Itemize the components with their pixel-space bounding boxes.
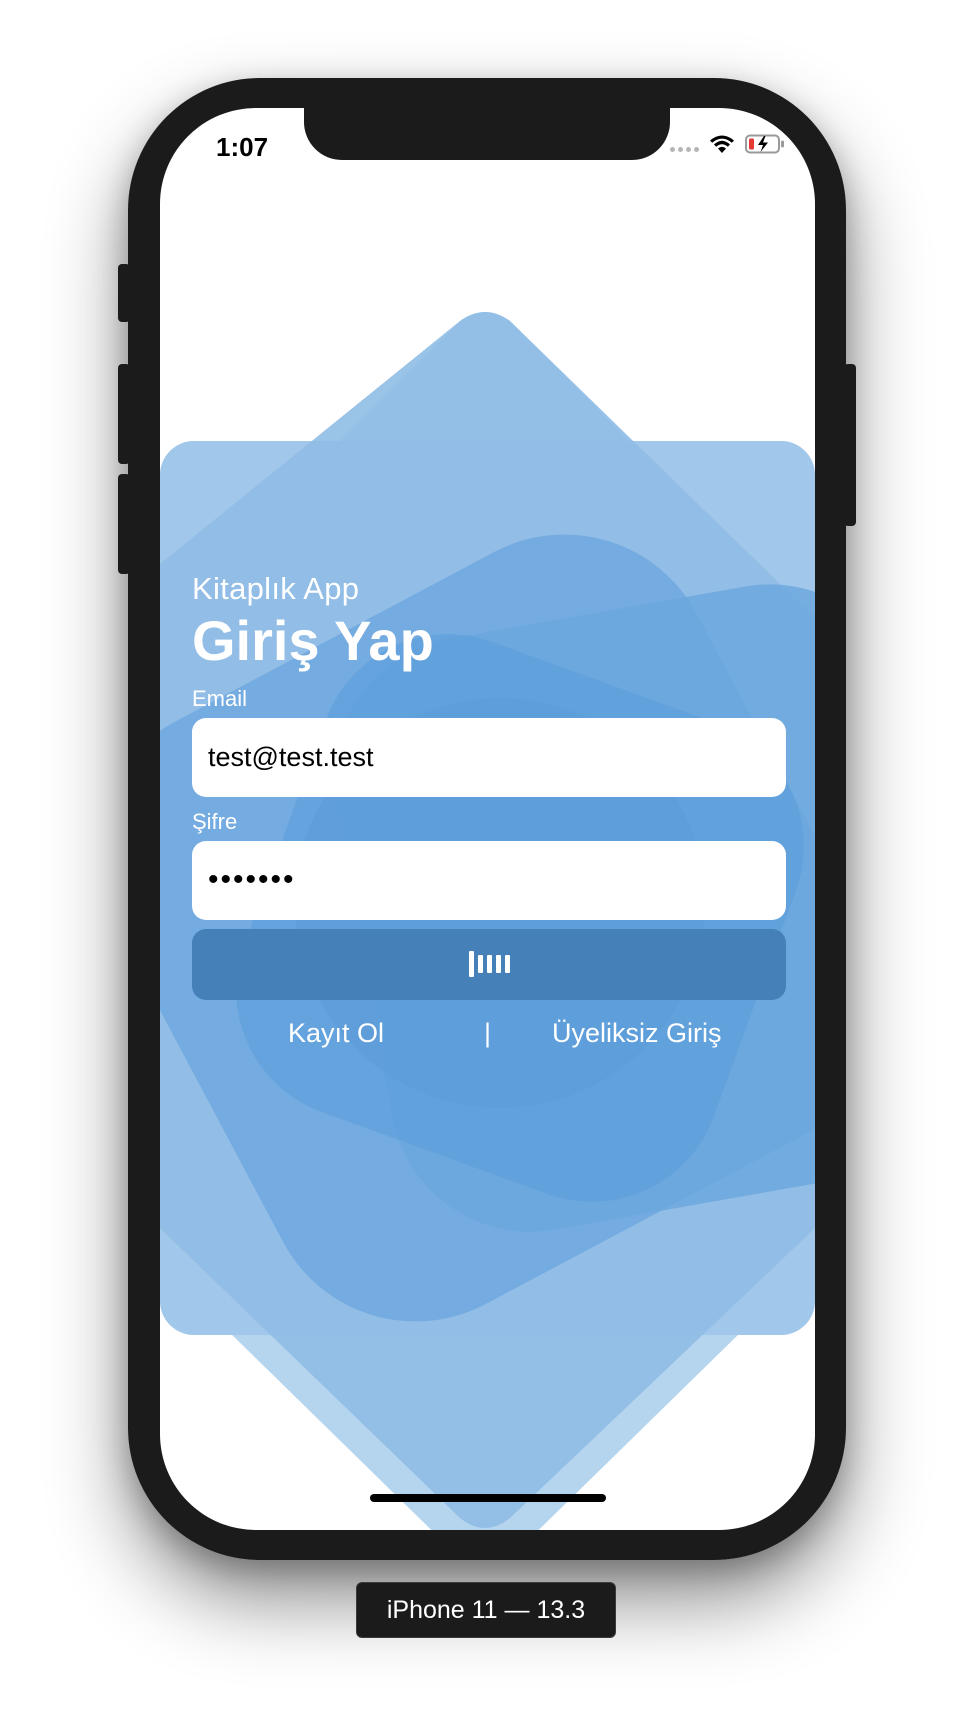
notch xyxy=(304,108,670,160)
status-time: 1:07 xyxy=(216,132,269,162)
signal-dots-icon xyxy=(670,146,699,152)
battery-charging-icon xyxy=(745,134,784,154)
email-value: test@test.test xyxy=(208,741,374,772)
password-value: ••••••• xyxy=(208,863,296,897)
status-icons xyxy=(670,134,785,154)
device-label: iPhone 11 — 13.3 xyxy=(356,1582,616,1638)
password-field[interactable]: ••••••• xyxy=(192,840,786,920)
login-form: Kitaplık App Giriş Yap Email test@test.t… xyxy=(192,570,786,1068)
phone-screen: 1:07 Kitaplık App Giriş Yap Email test@t… xyxy=(160,108,815,1530)
auth-links: Kayıt Ol | Üyeliksiz Giriş xyxy=(192,1018,786,1068)
guest-login-link[interactable]: Üyeliksiz Giriş xyxy=(552,1018,722,1049)
power-button xyxy=(844,364,856,526)
login-button[interactable] xyxy=(192,928,786,1000)
app-subtitle: Kitaplık App xyxy=(192,571,360,606)
volume-up-button xyxy=(118,364,130,464)
mute-switch xyxy=(118,264,130,322)
page-title: Giriş Yap xyxy=(192,609,434,673)
loading-spinner-icon xyxy=(468,951,510,978)
register-link[interactable]: Kayıt Ol xyxy=(288,1018,384,1049)
home-indicator xyxy=(370,1494,606,1502)
email-field[interactable]: test@test.test xyxy=(192,717,786,797)
volume-down-button xyxy=(118,474,130,574)
link-separator: | xyxy=(484,1017,492,1048)
email-label: Email xyxy=(192,685,248,711)
wifi-icon xyxy=(710,135,734,153)
password-label: Şifre xyxy=(192,808,238,834)
